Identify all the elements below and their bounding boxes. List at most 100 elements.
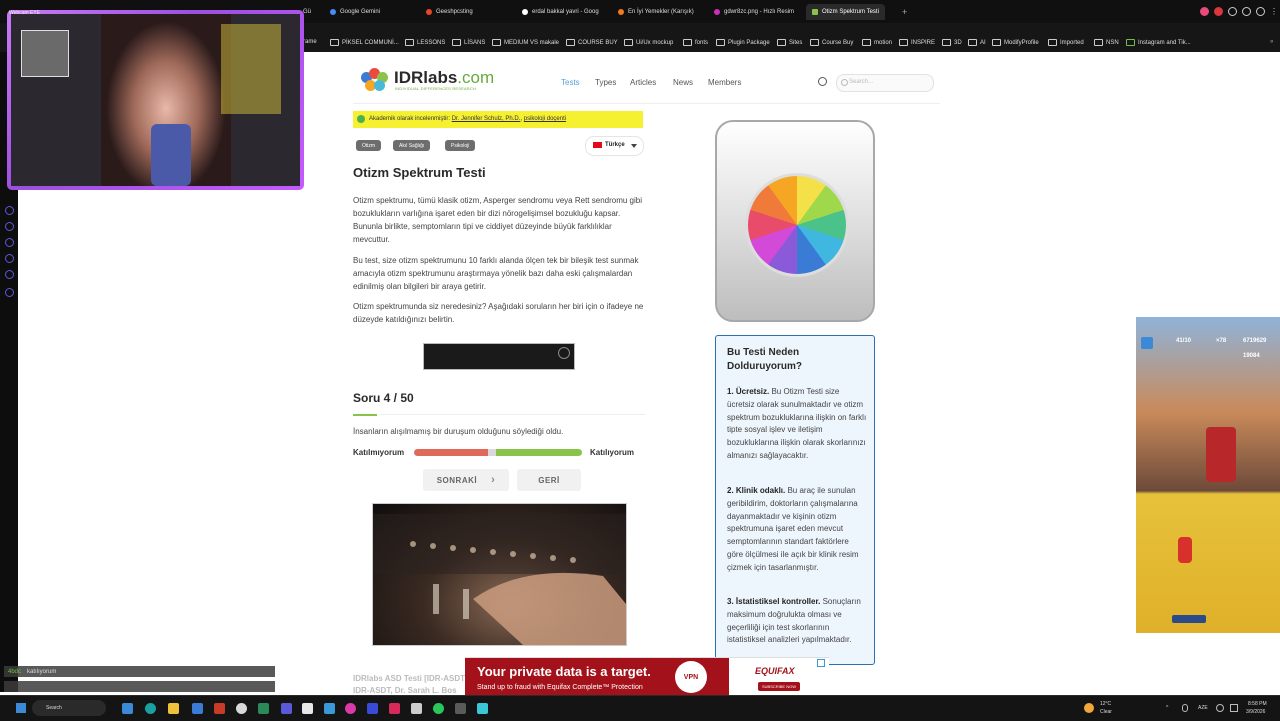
app-icon[interactable] [411,703,422,714]
app-icon[interactable] [324,703,335,714]
pause-icon[interactable] [1141,337,1153,349]
next-label: SONRAKİ [436,475,478,485]
theme-toggle-icon[interactable] [818,77,827,86]
scale-agree-segment[interactable] [496,449,582,456]
ad-cta-button[interactable]: SUBSCRIBE NOW [758,682,800,691]
input-language[interactable]: AZE [1198,705,1208,711]
nav-news[interactable]: News [673,78,693,87]
clock-date[interactable]: 3/9/2026 [1246,709,1265,715]
tab-erdal-bakkal[interactable]: erdal bakkal yavri - Goog [522,4,599,20]
sidebar-icon[interactable] [5,288,14,297]
bookmark-folder[interactable]: fonts [683,39,708,46]
bookmark[interactable]: rame [303,39,317,45]
bookmark-folder[interactable]: MEDIUM VS makale [492,39,559,46]
bookmark-folder[interactable]: COURSE BUY [566,39,618,46]
nav-members[interactable]: Members [708,78,741,87]
bookmark-folder[interactable]: motion [862,39,892,46]
next-button[interactable]: SONRAKİ › [423,469,509,491]
clock-time[interactable]: 8:58 PM [1248,701,1267,707]
logo-text[interactable]: IDRlabs.com [394,68,494,88]
nav-articles[interactable]: Articles [630,78,656,87]
bookmark-folder[interactable]: 3D [942,39,962,46]
chrome-icon[interactable] [236,703,247,714]
taskbar-search[interactable]: Search [32,700,106,716]
bookmark-folder[interactable]: Course Buy [810,39,853,46]
chevron-right-icon[interactable]: » [1270,39,1273,45]
windows-start-icon[interactable] [16,703,26,713]
nav-types[interactable]: Types [595,78,616,87]
bookmark-folder[interactable]: ModifyProfile [992,39,1039,46]
app-icon[interactable] [281,703,292,714]
sidebar-icon[interactable] [5,270,14,279]
bookmark-folder[interactable]: LESSONS [405,39,445,46]
sidebar-icon[interactable] [5,222,14,231]
extension-icon[interactable] [1256,7,1265,16]
scale-disagree-segment[interactable] [414,449,488,456]
ad-info-icon[interactable] [558,347,570,359]
steam-icon[interactable] [455,703,466,714]
sidebar-icon[interactable] [5,254,14,263]
video-player[interactable] [372,503,627,646]
app-icon[interactable] [477,703,488,714]
tab-google-gemini[interactable]: Google Gemini [330,4,380,20]
tag-akil-sagligi[interactable]: Akıl Sağlığı [393,140,431,151]
language-select[interactable]: Türkçe [585,136,644,156]
extension-icon[interactable] [1228,7,1237,16]
new-tab-icon[interactable]: + [902,4,907,20]
app-icon[interactable] [345,703,356,714]
edge-icon[interactable] [145,703,156,714]
bookmark-folder[interactable]: INSPIRE [899,39,935,46]
tab-hizli-resim[interactable]: gdwr8zc.png - Hızlı Resim [714,4,794,20]
bookmark-folder[interactable]: Ui/Ux mockup [624,39,673,46]
sidebar-icon[interactable] [5,206,14,215]
reviewer-link[interactable]: Dr. Jennifer Schulz, Ph.D. [452,116,521,122]
bookmark-folder[interactable]: NSN [1094,39,1119,46]
extension-icon[interactable] [1214,7,1223,16]
menu-icon[interactable]: ⋮ [1270,7,1278,16]
whatsapp-icon[interactable] [433,703,444,714]
tab-en-iyi-yemekler[interactable]: En İyi Yemekler (Karışık) [618,4,694,20]
agreement-scale[interactable] [414,449,582,456]
disagree-label: Katılmıyorum [353,448,405,457]
microphone-icon[interactable] [1182,704,1188,712]
ad-choices-icon[interactable] [817,659,825,667]
tag-psikoloji[interactable]: Psikoloji [445,140,476,151]
idrlabs-logo-icon[interactable] [361,68,391,94]
bookmark-folder[interactable]: Imported [1048,39,1084,46]
sidebar-icon[interactable] [5,238,14,247]
bookmark-folder[interactable]: Sites [777,39,802,46]
bookmark-folder[interactable]: AI [968,39,986,46]
back-button[interactable]: GERİ [517,469,581,491]
search-input[interactable]: Search... [836,74,934,92]
tag-otizm[interactable]: Otizm [356,140,382,151]
ad-placeholder[interactable] [423,343,575,370]
app-icon[interactable] [258,703,269,714]
scale-neutral-segment[interactable] [487,449,497,456]
extension-icon[interactable] [1242,7,1251,16]
volume-icon[interactable] [1230,704,1238,712]
tab-geeshpcsting[interactable]: Geeshpcsting [426,4,473,20]
bookmark-folder[interactable]: Plugin Package [716,39,770,46]
weather-icon[interactable] [1084,703,1094,713]
nav-tests[interactable]: Tests [561,78,580,87]
notice-text: Akademik olarak incelenmiştir: Dr. Jenni… [369,116,567,122]
app-icon[interactable] [302,703,313,714]
app-icon[interactable] [192,703,203,714]
extension-icon[interactable] [1200,7,1209,16]
color-wheel-icon [745,173,849,277]
app-icon[interactable] [122,703,133,714]
bookmark-folder[interactable]: LİSANS [452,39,485,46]
bookmark[interactable]: Instagram and Tik... [1126,39,1191,46]
equifax-ad-banner[interactable]: Your private data is a target. Stand up … [465,657,829,696]
folder-icon[interactable] [168,703,179,714]
app-icon[interactable] [214,703,225,714]
folder-icon [405,39,414,46]
app-icon[interactable] [389,703,400,714]
bookmark-folder[interactable]: PİKSEL COMMUNİ... [330,39,399,46]
tab-partial[interactable]: Gü [303,4,311,20]
chevron-up-icon[interactable]: ^ [1166,705,1168,711]
wifi-icon[interactable] [1216,704,1224,712]
tab-otizm-spektrum-testi[interactable]: Otizm Spektrum Testi [806,4,885,20]
app-icon[interactable] [367,703,378,714]
reviewer-role-link[interactable]: psikoloji doçenti [524,116,566,122]
